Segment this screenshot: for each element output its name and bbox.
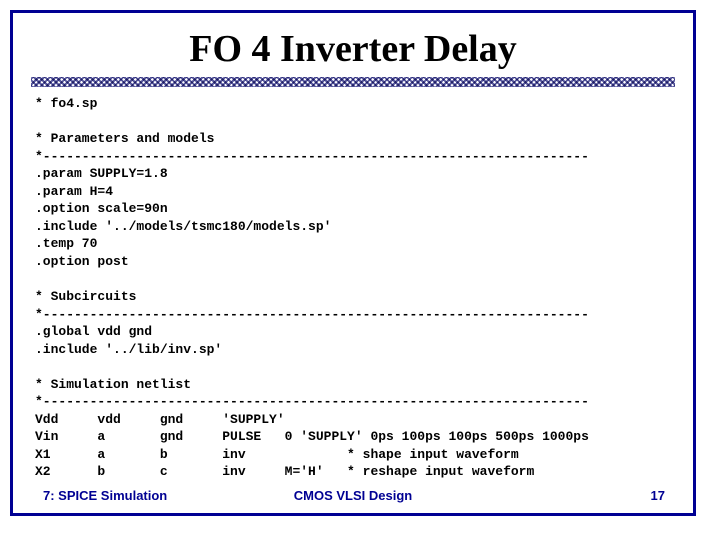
page-title: FO 4 Inverter Delay xyxy=(13,27,693,71)
slide: FO 4 Inverter Delay * fo4.sp * Parameter… xyxy=(10,10,696,516)
footer-center: CMOS VLSI Design xyxy=(13,488,693,503)
footer: 7: SPICE Simulation CMOS VLSI Design 17 xyxy=(13,488,693,503)
code-block: * fo4.sp * Parameters and models *------… xyxy=(35,95,671,481)
title-underline xyxy=(31,77,675,87)
